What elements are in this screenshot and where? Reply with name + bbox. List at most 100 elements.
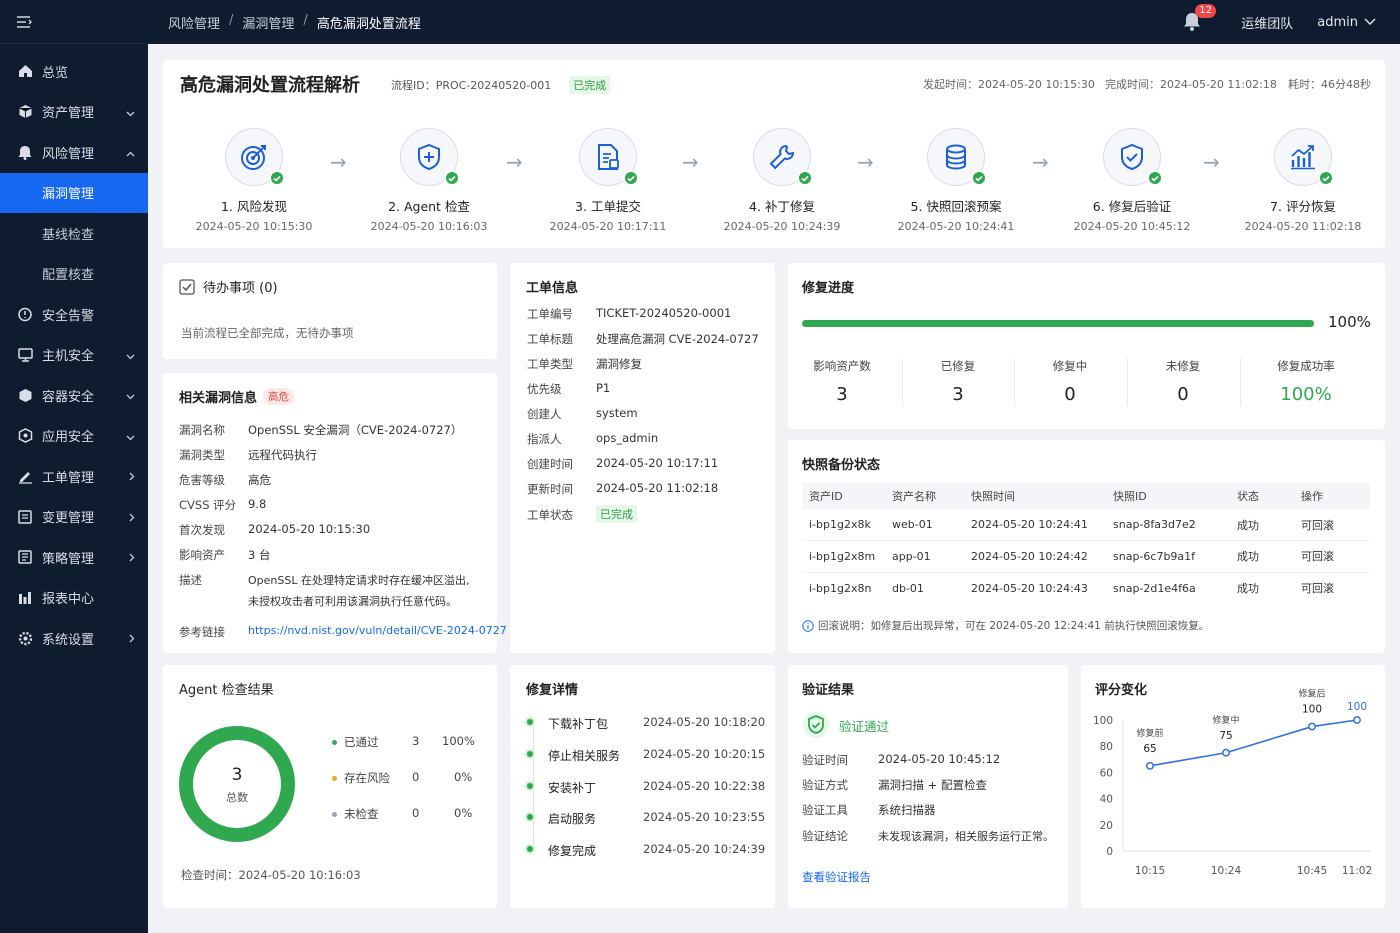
field-value: 9.8	[248, 497, 267, 511]
field-value: 漏洞扫描 + 配置检查	[878, 778, 987, 792]
column-header: 资产名称	[885, 483, 964, 509]
step-ticket-submit[interactable]: 3. 工单提交 2024-05-20 10:17:11	[538, 128, 678, 233]
timeline-time: 2024-05-20 10:23:55	[643, 810, 766, 824]
ticket-info-title: 工单信息	[526, 281, 579, 296]
y-tick-label: 40	[1100, 794, 1113, 806]
sidebar-item-alerts[interactable]: 安全告警	[0, 294, 148, 335]
sidebar-item-tickets[interactable]: 工单管理	[0, 456, 148, 497]
reference-link[interactable]: https://nvd.nist.gov/vuln/detail/CVE-202…	[248, 624, 507, 637]
rollback-link[interactable]: 可回滚	[1294, 572, 1370, 604]
ticket-status-badge: 已完成	[596, 505, 637, 523]
sidebar-header	[0, 0, 148, 44]
vuln-info-title: 相关漏洞信息	[179, 391, 258, 406]
rollback-link[interactable]: 可回滚	[1294, 540, 1370, 573]
chevron-down-icon	[1364, 18, 1376, 25]
column-header: 快照时间	[964, 483, 1106, 509]
progress-bar-track	[802, 320, 1314, 327]
process-id: 流程ID：PROC-20240520-001 已完成	[391, 76, 611, 94]
sidebar-item-policies[interactable]: 策略管理	[0, 537, 148, 578]
sidebar-item-assets[interactable]: 资产管理	[0, 92, 148, 133]
username: admin	[1317, 14, 1358, 30]
timeline-time: 2024-05-20 10:18:20	[643, 715, 766, 729]
field-label: 工单标题	[527, 332, 573, 346]
sidebar-item-container-security[interactable]: 容器安全	[0, 375, 148, 416]
status-cell: 成功	[1230, 509, 1294, 541]
sidebar-item-label: 配置核查	[42, 268, 95, 284]
point-annotation: 修复中	[1212, 714, 1239, 726]
sidebar-item-config-check[interactable]: 配置核查	[0, 254, 148, 295]
box-icon	[17, 387, 33, 403]
field-label: 描述	[179, 573, 202, 587]
field-value: OpenSSL 安全漏洞（CVE-2024-0727）	[248, 423, 463, 437]
step-risk-discovery[interactable]: 1. 风险发现 2024-05-20 10:15:30	[184, 128, 324, 233]
edit-icon	[17, 468, 33, 484]
step-agent-check[interactable]: 2. Agent 检查 2024-05-20 10:16:03	[359, 128, 499, 233]
sidebar-item-host-security[interactable]: 主机安全	[0, 335, 148, 376]
cell: i-bp1g2x8k	[802, 509, 885, 541]
column-header: 操作	[1294, 483, 1370, 509]
field-label: 工单状态	[527, 508, 573, 522]
step-name: 3. 工单提交	[575, 199, 641, 214]
cell: app-01	[885, 540, 964, 573]
column-header: 快照ID	[1106, 483, 1230, 509]
sidebar-item-overview[interactable]: 总览	[0, 51, 148, 92]
arrow-right-icon: →	[1203, 150, 1220, 174]
field-label: 参考链接	[179, 625, 225, 639]
breadcrumb-item[interactable]: 漏洞管理	[242, 13, 294, 32]
sidebar-item-changes[interactable]: 变更管理	[0, 497, 148, 538]
data-label: 100	[1302, 704, 1322, 716]
checkbox-icon	[179, 278, 195, 295]
gear-icon	[17, 630, 33, 646]
timeline-step: 启动服务	[548, 812, 597, 826]
arrow-right-icon: →	[857, 150, 874, 174]
data-point	[1353, 716, 1361, 724]
step-score-recovery[interactable]: 7. 评分恢复 2024-05-20 11:02:18	[1233, 128, 1373, 233]
sidebar-item-reports[interactable]: 报表中心	[0, 578, 148, 619]
step-patch-repair[interactable]: 4. 补丁修复 2024-05-20 10:24:39	[712, 128, 852, 233]
chevron-down-icon	[126, 389, 135, 404]
stat-label: 修复中	[1052, 359, 1088, 373]
x-tick-label: 11:02	[1342, 865, 1372, 877]
shield-check-icon	[1121, 143, 1143, 171]
stat-success-rate: 修复成功率 100%	[1250, 358, 1362, 405]
timeline-dot	[525, 781, 535, 791]
field-label: 创建时间	[527, 457, 573, 471]
legend-label: 已通过	[344, 735, 379, 749]
field-label: 漏洞名称	[179, 423, 225, 437]
stat-label: 修复成功率	[1277, 359, 1335, 373]
sidebar-item-baseline[interactable]: 基线检查	[0, 213, 148, 254]
page-title: 高危漏洞处置流程解析	[180, 75, 360, 96]
field-label: 工单类型	[527, 357, 573, 371]
sidebar-item-risk[interactable]: 风险管理	[0, 132, 148, 173]
point-annotation: 修复后	[1298, 688, 1325, 700]
notification-button[interactable]: 12	[1183, 4, 1216, 32]
user-menu[interactable]: admin	[1317, 15, 1376, 30]
field-label: 工单编号	[527, 307, 573, 321]
stat-value: 0	[1177, 384, 1189, 405]
check-icon	[623, 170, 639, 186]
progress-bar-fill	[802, 320, 1314, 327]
legend-at-risk: 存在风险 0 0%	[332, 770, 472, 786]
step-time: 2024-05-20 10:24:41	[897, 220, 1015, 233]
step-post-verify[interactable]: 6. 修复后验证 2024-05-20 10:45:12	[1062, 128, 1202, 233]
timeline-dot	[525, 812, 535, 822]
step-snapshot-plan[interactable]: 5. 快照回滚预案 2024-05-20 10:24:41	[886, 128, 1026, 233]
field-value: 3 台	[248, 548, 271, 562]
sidebar-item-vuln-management[interactable]: 漏洞管理	[0, 172, 148, 213]
cell: 2024-05-20 10:24:43	[971, 581, 1088, 595]
timeline-step: 停止相关服务	[548, 749, 621, 763]
field-value: ops_admin	[596, 431, 659, 445]
rollback-link[interactable]: 可回滚	[1294, 509, 1370, 541]
list-icon	[17, 509, 33, 525]
arrow-right-icon: →	[506, 150, 523, 174]
sidebar-item-app-security[interactable]: 应用安全	[0, 416, 148, 457]
team-selector[interactable]: 运维团队	[1241, 13, 1293, 32]
stat-label: 已修复	[940, 359, 976, 373]
field-label: 指派人	[527, 432, 562, 446]
menu-toggle-icon[interactable]	[16, 15, 32, 29]
breadcrumb-item[interactable]: 风险管理	[168, 13, 220, 32]
legend-percent: 0%	[454, 770, 473, 784]
field-value: TICKET-20240520-0001	[596, 306, 732, 320]
view-verify-report-link[interactable]: 查看验证报告	[802, 869, 871, 885]
sidebar-item-settings[interactable]: 系统设置	[0, 618, 148, 659]
